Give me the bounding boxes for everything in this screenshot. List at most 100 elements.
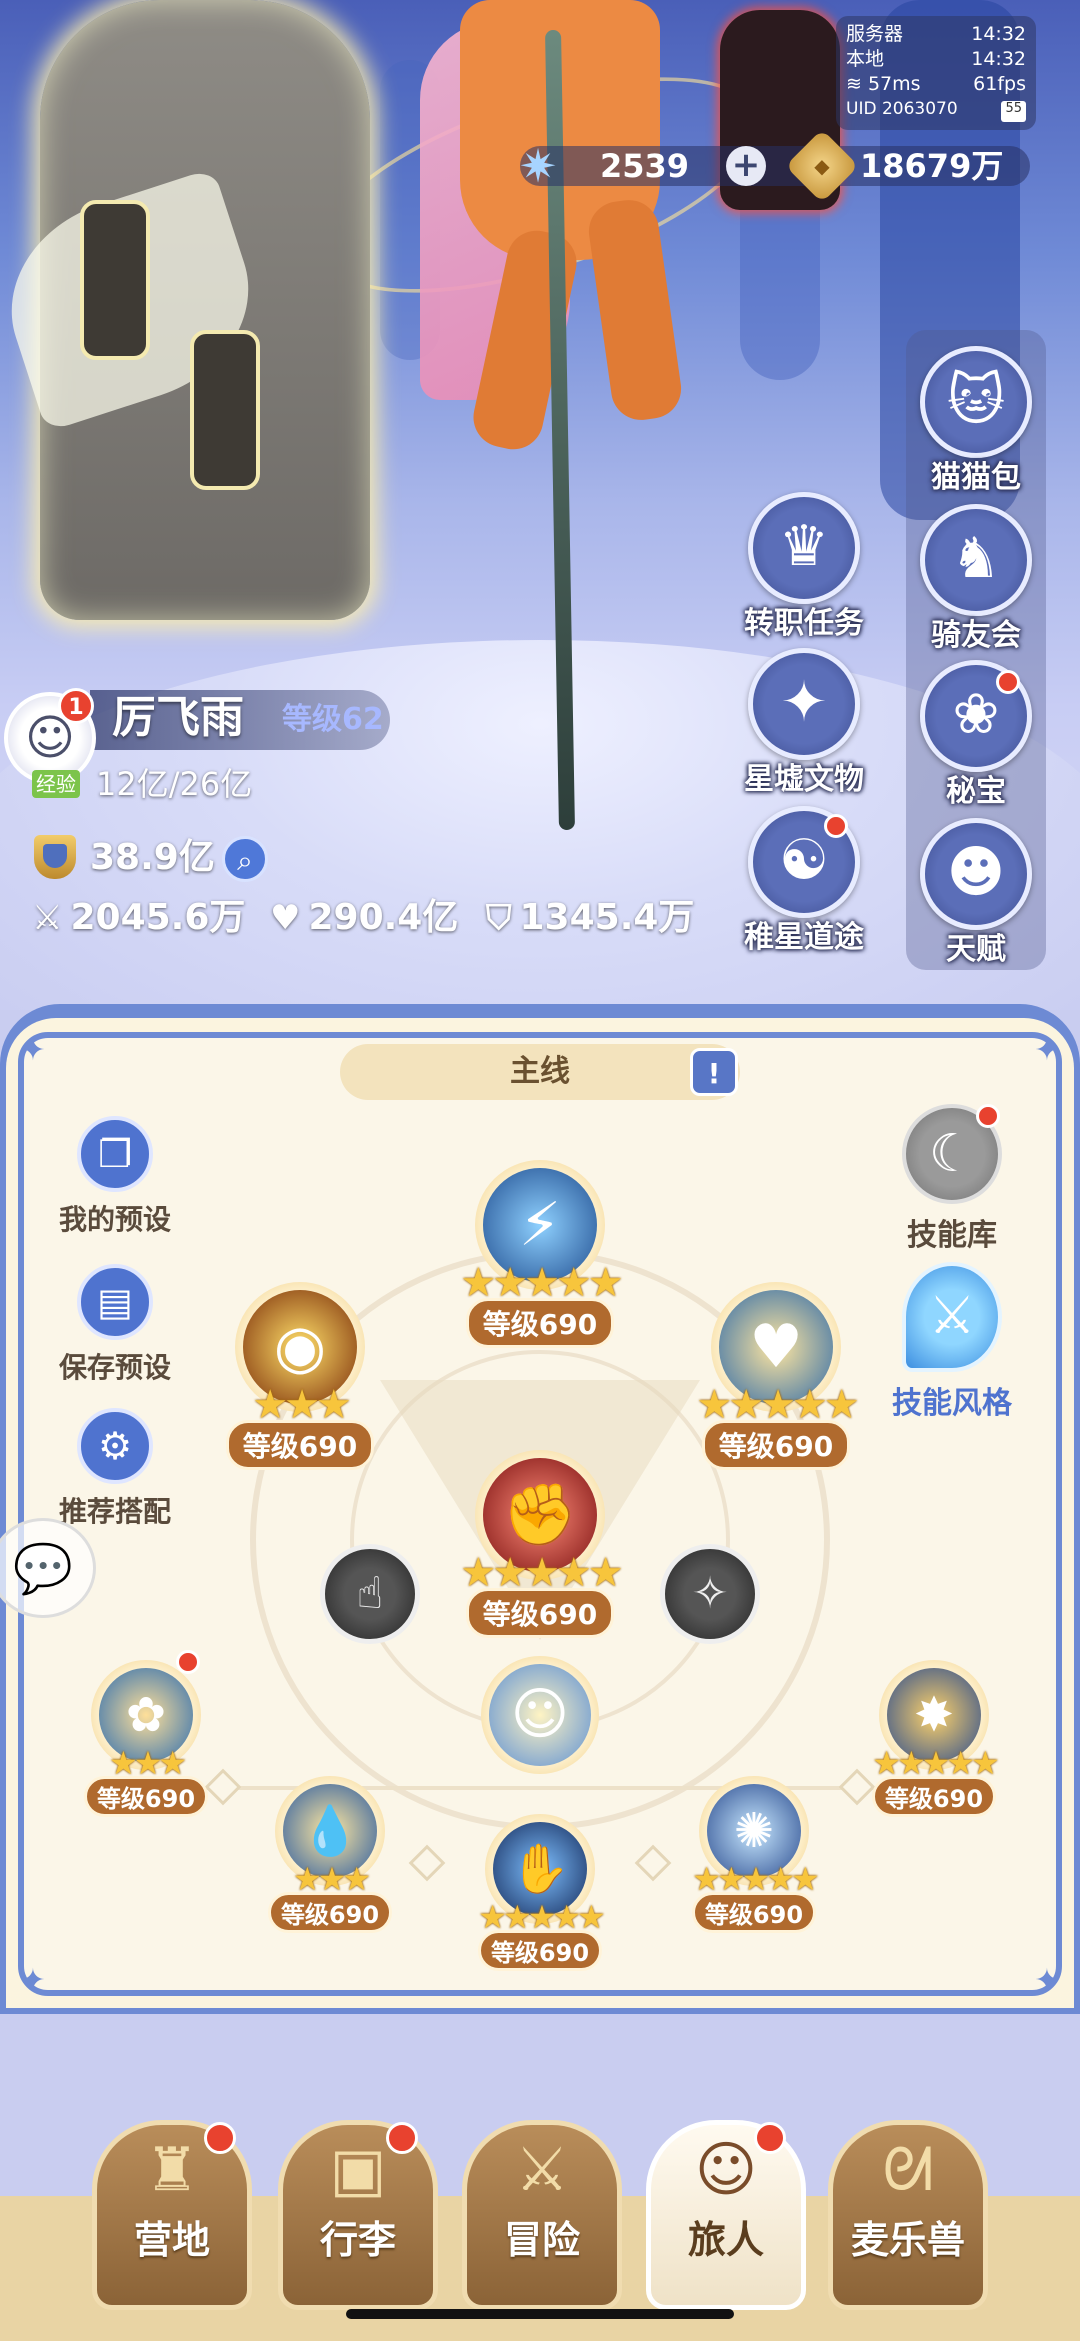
skill-slot-upper-right[interactable]: ♥ ★★★★★ 等级690	[696, 1282, 860, 1470]
locked-skill-right-icon[interactable]: ✧	[660, 1544, 760, 1644]
defense-stat: ⛉ 1345.4万	[486, 894, 694, 942]
player-name: 厉飞雨	[112, 692, 244, 743]
save-preset-button[interactable]: ▤ 保存预设	[40, 1264, 190, 1386]
nav-pet-label: 麦乐兽	[850, 2218, 965, 2262]
class-change-button[interactable]: ♛ 转职任务	[734, 492, 874, 644]
avatar-notification-badge: 1	[58, 688, 94, 724]
skill-stars: ★★★★★	[460, 1260, 623, 1306]
skill-stars: ★★★★★	[692, 1860, 819, 1898]
skill-slot-bottom-right[interactable]: ✺ ★★★★★ 等级690	[680, 1776, 828, 1933]
notification-dot	[754, 2122, 786, 2154]
skill-slot-core[interactable]: ☺	[480, 1656, 600, 1774]
notification-dot	[204, 2122, 236, 2154]
exp-value: 12亿/26亿	[96, 765, 253, 803]
star-currency-value: 2539	[600, 147, 690, 185]
combat-power-icon	[34, 835, 76, 879]
server-label: 服务器	[846, 23, 904, 45]
corner-ornament: ✦	[20, 1963, 46, 1998]
treasure-button[interactable]: ❀ 秘宝	[906, 660, 1046, 812]
coin-icon-glyph: ◆	[814, 154, 830, 178]
preset-icon: ❐	[77, 1116, 153, 1192]
class-change-label: 转职任务	[744, 606, 864, 641]
relic-button[interactable]: ✦ 星墟文物	[734, 648, 874, 800]
save-preset-label: 保存预设	[58, 1351, 171, 1384]
add-currency-button[interactable]: +	[726, 146, 766, 186]
skill-stars: ★★★	[252, 1382, 352, 1428]
star-path-button[interactable]: ☯ 稚星道途	[734, 806, 874, 958]
home-indicator	[346, 2309, 734, 2319]
talent-head-icon: ☻	[920, 818, 1032, 930]
treasure-label: 秘宝	[946, 774, 1006, 809]
server-time: 14:32	[971, 23, 1026, 45]
cat-bag-button[interactable]: 🐱 猫猫包	[906, 346, 1046, 498]
skill-slot-bottom-left[interactable]: 💧 ★★★ 等级690	[260, 1776, 400, 1933]
horse-icon: ♞	[920, 504, 1032, 616]
fps-value: 61fps	[973, 73, 1026, 95]
nav-adventure[interactable]: ⚔ 冒险	[462, 2120, 622, 2310]
recommend-icon: ⚙	[77, 1408, 153, 1484]
attack-stat: ⚔ 2045.6万	[32, 894, 245, 942]
skill-library-button[interactable]: ☾ 技能库	[872, 1104, 1032, 1254]
skill-style-label: 技能风格	[892, 1386, 1012, 1421]
skill-level-label: 等级690	[477, 1930, 603, 1971]
hp-value: 290.4亿	[308, 897, 459, 938]
nav-traveler-label: 旅人	[687, 2218, 764, 2262]
skill-slot-bottom-mid[interactable]: ✋ ★★★★★ 等级690	[466, 1814, 614, 1971]
skill-stars: ★★★★★	[460, 1550, 623, 1596]
shield-icon: ⛉	[486, 898, 512, 938]
corner-ornament: ✦	[1034, 1033, 1060, 1068]
notification-dot	[976, 1104, 1000, 1128]
notification-dot	[386, 2122, 418, 2154]
wifi-icon: ≋	[846, 73, 862, 95]
exp-icon: 经验	[32, 770, 80, 798]
skill-slot-far-left[interactable]: ✿ ★★★ 等级690	[76, 1660, 216, 1817]
riders-club-button[interactable]: ♞ 骑友会	[906, 504, 1046, 656]
skill-figure-icon: ☺	[489, 1664, 591, 1766]
locked-skill-left-icon[interactable]: ☝	[320, 1544, 420, 1644]
skill-stars: ★★★★★	[478, 1898, 605, 1936]
skill-stars: ★★★	[108, 1744, 187, 1782]
class-change-icon: ♛	[748, 492, 860, 604]
notification-dot	[996, 670, 1020, 694]
local-label: 本地	[846, 48, 885, 70]
pet-beast-icon: ᘛ	[882, 2135, 934, 2205]
nav-luggage-label: 行李	[319, 2218, 396, 2262]
nav-adventure-label: 冒险	[503, 2218, 580, 2262]
search-icon[interactable]: ⌕	[222, 836, 268, 882]
ping-value: 57ms	[867, 73, 921, 95]
status-box: 服务器 14:32 本地 14:32 ≋ 57ms 61fps UID 2063070…	[836, 16, 1036, 130]
skill-slot-top[interactable]: ⚡ ★★★★★ 等级690	[460, 1160, 624, 1348]
riders-club-label: 骑友会	[931, 618, 1021, 653]
my-preset-button[interactable]: ❐ 我的预设	[40, 1116, 190, 1238]
mount-character	[0, 0, 370, 620]
uid-text: UID 2063070	[846, 99, 958, 119]
skill-level-label: 等级690	[871, 1776, 997, 1817]
my-preset-label: 我的预设	[58, 1203, 171, 1236]
recommend-button[interactable]: ⚙ 推荐搭配	[40, 1408, 190, 1530]
skill-slot-center[interactable]: ✊ ★★★★★ 等级690	[460, 1450, 624, 1638]
star-currency-icon: ✷	[518, 139, 558, 193]
corner-ornament: ✦	[20, 1033, 46, 1068]
corner-ornament: ✦	[1034, 1963, 1060, 1998]
cat-bag-label: 猫猫包	[931, 460, 1021, 495]
talent-button[interactable]: ☻ 天赋	[906, 818, 1046, 970]
hp-stat: ♥ 290.4亿	[270, 894, 458, 942]
relic-label: 星墟文物	[744, 762, 864, 797]
nav-pet[interactable]: ᘛ 麦乐兽	[828, 2120, 988, 2310]
player-level: 等级62	[282, 702, 384, 737]
battery-icon: 55	[1001, 101, 1026, 122]
skill-level-label: 等级690	[267, 1892, 393, 1933]
tab-main-line[interactable]: 主线	[340, 1044, 740, 1100]
skill-stars: ★★★★★	[696, 1382, 859, 1428]
player-character	[420, 0, 740, 560]
crossed-swords-icon: ⚔	[515, 2135, 569, 2205]
local-time: 14:32	[971, 48, 1026, 70]
skill-level-label: 等级690	[83, 1776, 209, 1817]
info-book-icon[interactable]: !	[690, 1048, 738, 1096]
skill-slot-far-right[interactable]: ✸ ★★★★★ 等级690	[864, 1660, 1004, 1817]
skill-style-icon: ⚔	[902, 1262, 1002, 1372]
skill-style-button[interactable]: ⚔ 技能风格	[872, 1262, 1032, 1422]
skill-slot-upper-left[interactable]: ◉ ★★★ 等级690	[220, 1282, 380, 1470]
tab-main-line-label: 主线	[510, 1054, 570, 1089]
skill-stars: ★★★★★	[872, 1744, 999, 1782]
